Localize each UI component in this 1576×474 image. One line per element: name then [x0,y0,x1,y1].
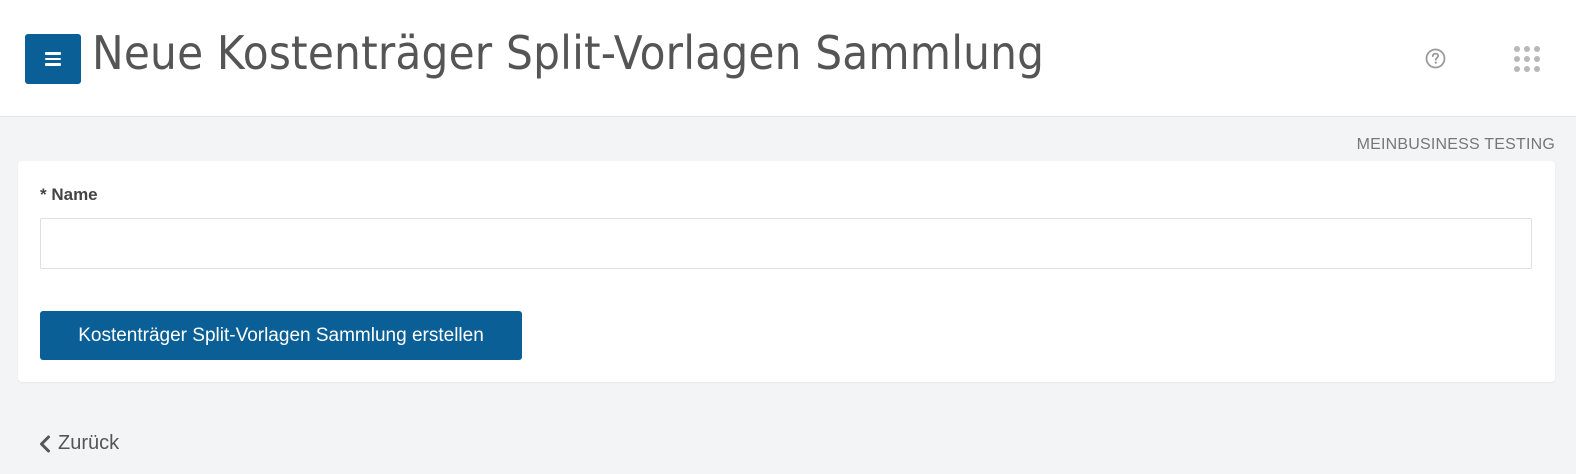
organization-label: MEINBUSINESS TESTING [1356,136,1555,153]
top-bar: Neue Kostenträger Split-Vorlagen Sammlun… [0,0,1576,117]
name-input[interactable] [40,218,1532,269]
create-collection-button[interactable]: Kostenträger Split-Vorlagen Sammlung ers… [40,311,522,360]
form-card: * Name Kostenträger Split-Vorlagen Samml… [18,161,1555,382]
back-link-label: Zurück [58,432,120,454]
back-link[interactable]: Zurück [38,432,119,455]
page-title: Neue Kostenträger Split-Vorlagen Sammlun… [92,26,1045,80]
name-field-label: * Name [40,185,98,204]
hamburger-menu-icon [45,52,61,66]
menu-button[interactable] [25,34,81,84]
chevron-left-icon [40,435,50,452]
apps-grid-icon[interactable] [1513,45,1541,73]
help-circle-icon[interactable] [1425,48,1446,69]
